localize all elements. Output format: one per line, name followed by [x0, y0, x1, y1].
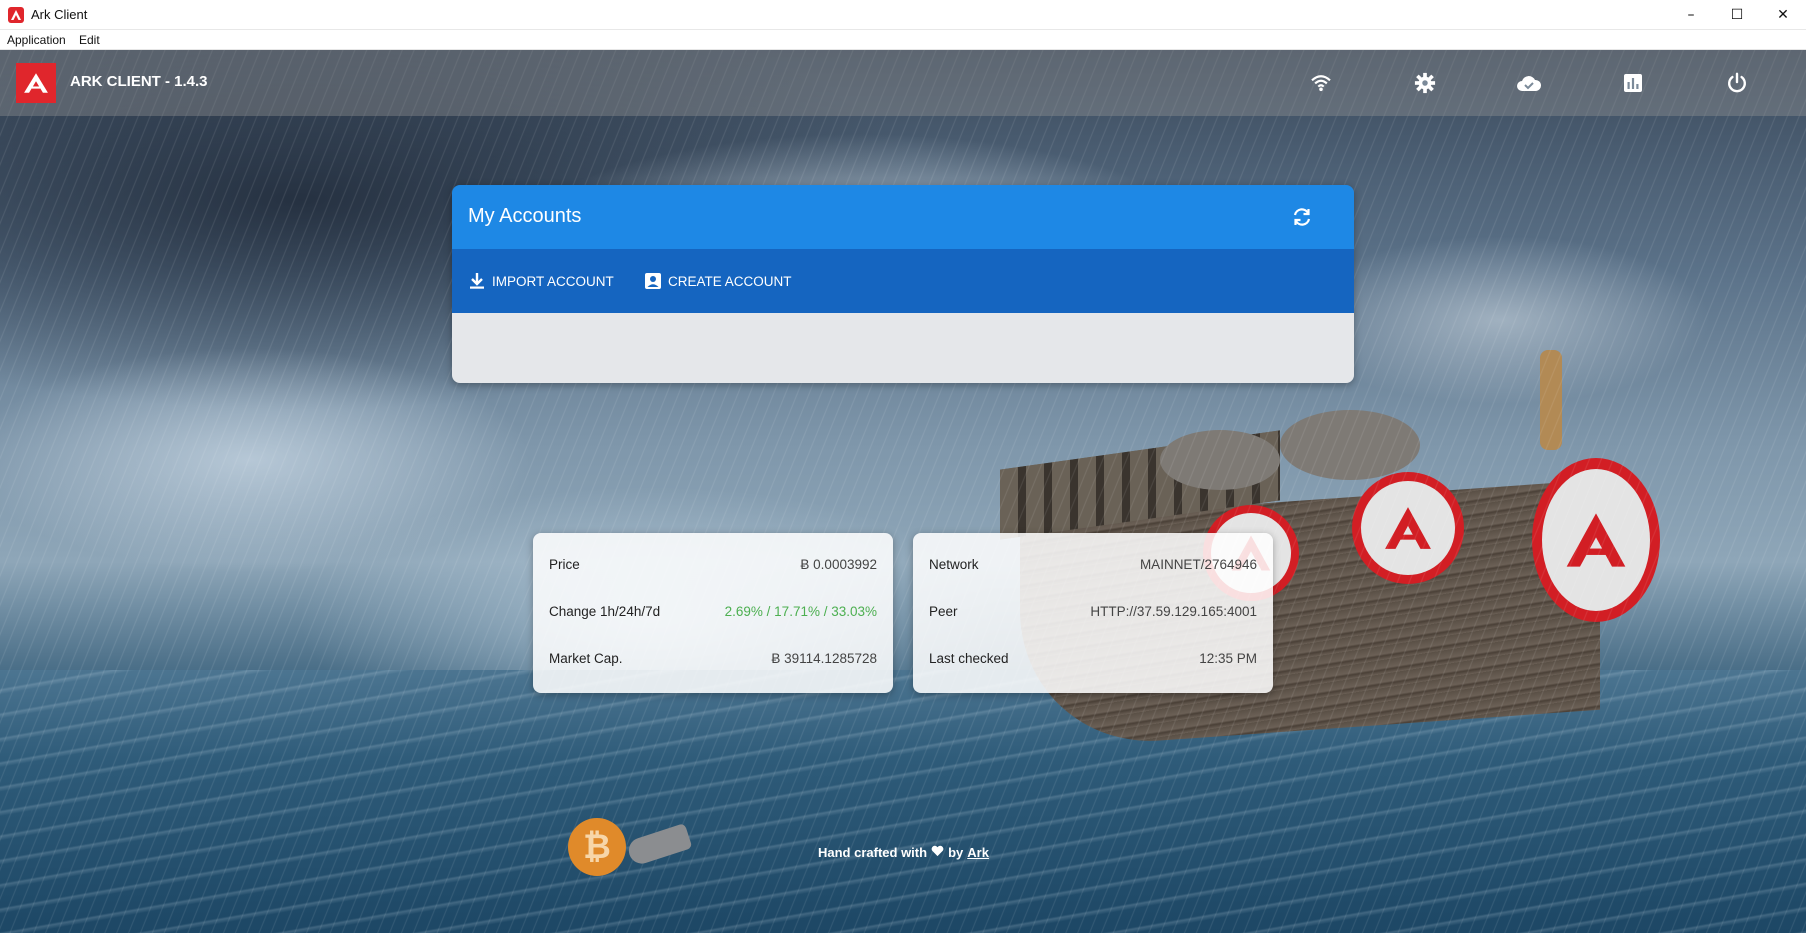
menu-bar: Application Edit	[0, 30, 1806, 50]
price-label: Price	[549, 557, 580, 572]
network-info-card: Network MAINNET/2764946 Peer HTTP://37.5…	[913, 533, 1273, 693]
gear-icon[interactable]	[1412, 70, 1438, 96]
app-background: ARK CLIENT - 1.4.3 My Accounts IMPORT AC…	[0, 50, 1806, 933]
cloud-done-icon[interactable]	[1516, 70, 1542, 96]
accounts-title: My Accounts	[468, 205, 582, 227]
import-account-label: IMPORT ACCOUNT	[492, 273, 614, 289]
market-cap-row: Market Cap. Ƀ 39114.1285728	[549, 651, 877, 671]
accounts-list	[452, 313, 1354, 383]
app-brand-title: ARK CLIENT - 1.4.3	[70, 73, 208, 90]
bitcoin-coin-icon: ₿	[568, 818, 626, 876]
network-row: Network MAINNET/2764946	[929, 557, 1257, 577]
market-cap-label: Market Cap.	[549, 651, 623, 666]
maximize-button[interactable]: ☐	[1714, 0, 1760, 30]
last-checked-value: 12:35 PM	[1199, 651, 1257, 666]
refresh-icon[interactable]	[1290, 205, 1314, 229]
power-icon[interactable]	[1724, 70, 1750, 96]
app-logo-icon	[8, 7, 24, 23]
price-row: Price Ƀ 0.0003992	[549, 557, 877, 577]
import-account-button[interactable]: IMPORT ACCOUNT	[468, 271, 614, 291]
wifi-icon[interactable]	[1308, 70, 1334, 96]
menu-application[interactable]: Application	[7, 33, 66, 47]
price-value: Ƀ 0.0003992	[800, 557, 877, 572]
close-button[interactable]: ✕	[1760, 0, 1806, 30]
window-titlebar: Ark Client – ☐ ✕	[0, 0, 1806, 30]
footer-by: by	[948, 845, 964, 860]
market-info-card: Price Ƀ 0.0003992 Change 1h/24h/7d 2.69%…	[533, 533, 893, 693]
bar-chart-icon[interactable]	[1620, 70, 1646, 96]
heart-icon	[931, 845, 944, 860]
window-title: Ark Client	[31, 7, 88, 22]
change-row: Change 1h/24h/7d 2.69% / 17.71% / 33.03%	[549, 604, 877, 624]
accounts-card-header: My Accounts	[452, 185, 1354, 249]
change-label: Change 1h/24h/7d	[549, 604, 661, 619]
menu-edit[interactable]: Edit	[79, 33, 100, 47]
app-header: ARK CLIENT - 1.4.3	[0, 50, 1806, 116]
network-label: Network	[929, 557, 979, 572]
change-value: 2.69% / 17.71% / 33.03%	[724, 604, 877, 619]
accounts-card: My Accounts IMPORT ACCOUNT CREATE ACCOUN…	[452, 185, 1354, 383]
peer-label: Peer	[929, 604, 958, 619]
peer-value: HTTP://37.59.129.165:4001	[1090, 604, 1257, 619]
create-account-label: CREATE ACCOUNT	[668, 273, 792, 289]
footer-credit: Hand crafted with by Ark	[818, 845, 989, 860]
peer-row: Peer HTTP://37.59.129.165:4001	[929, 604, 1257, 624]
rain-overlay	[0, 50, 1806, 933]
accounts-actions-bar: IMPORT ACCOUNT CREATE ACCOUNT	[452, 249, 1354, 313]
minimize-button[interactable]: –	[1668, 0, 1714, 30]
network-value: MAINNET/2764946	[1139, 557, 1257, 572]
download-icon	[470, 273, 484, 289]
account-box-icon	[645, 273, 661, 289]
last-checked-row: Last checked 12:35 PM	[929, 651, 1257, 671]
footer-text: Hand crafted with	[818, 845, 928, 860]
ark-link[interactable]: Ark	[967, 845, 989, 860]
market-cap-value: Ƀ 39114.1285728	[771, 651, 877, 666]
ark-logo-icon	[16, 63, 56, 103]
last-checked-label: Last checked	[929, 651, 1009, 666]
create-account-button[interactable]: CREATE ACCOUNT	[644, 271, 792, 291]
